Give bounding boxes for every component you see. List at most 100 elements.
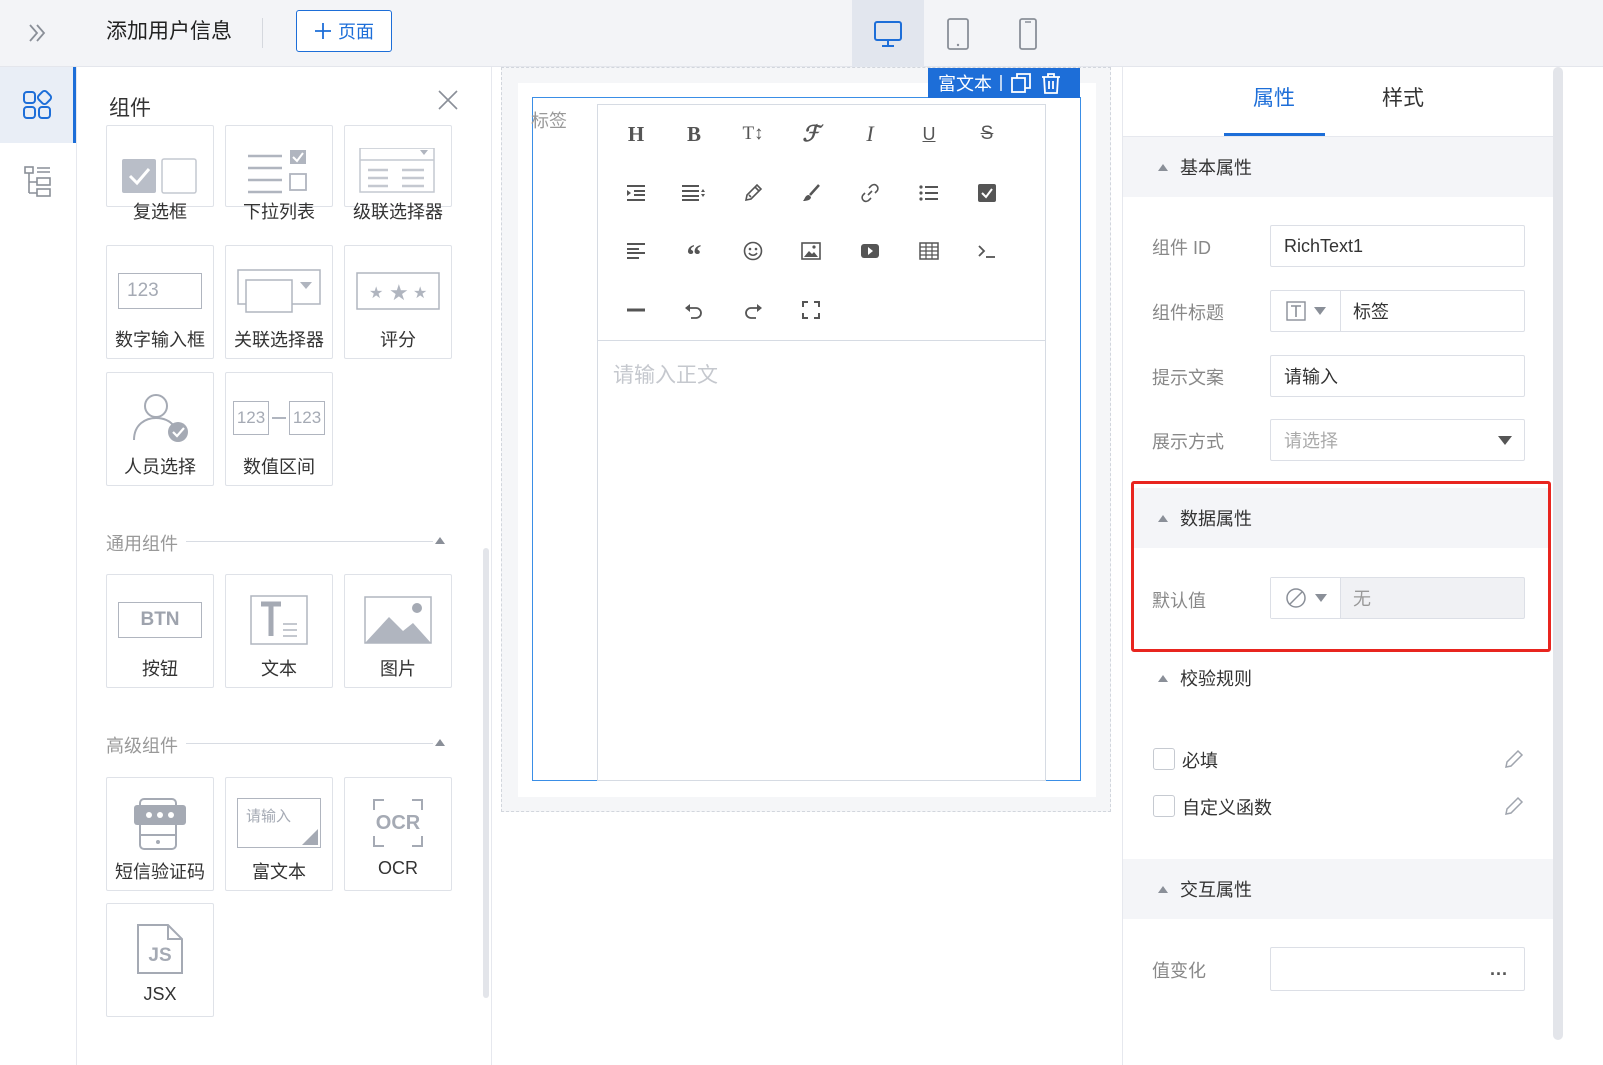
component-id-input[interactable]: RichText1	[1270, 225, 1525, 267]
component-id-label: 组件 ID	[1152, 238, 1212, 258]
component-tile-relation-select[interactable]: 关联选择器	[225, 245, 333, 359]
component-tile-rating[interactable]: ★ ★ ★ 评分	[344, 245, 452, 359]
custom-function-checkbox[interactable]	[1153, 795, 1175, 817]
section-basic-header[interactable]: 基本属性	[1123, 137, 1553, 197]
double-chevron-right-icon	[29, 24, 46, 42]
component-title-input[interactable]: 标签	[1341, 298, 1389, 324]
toolbar-line-height-button[interactable]	[674, 173, 714, 213]
common-section-toggle[interactable]	[433, 535, 447, 545]
toolbar-justify-button[interactable]	[616, 231, 656, 271]
toolbar-font-size-button[interactable]: T↕	[733, 114, 773, 154]
toolbar-strikethrough-button[interactable]: S	[967, 114, 1007, 154]
device-tablet-button[interactable]	[922, 0, 994, 67]
custom-function-label: 自定义函数	[1182, 798, 1272, 818]
rail-item-outline[interactable]	[0, 143, 76, 219]
component-tile-number-input[interactable]: 123 数字输入框	[106, 245, 214, 359]
tab-styles[interactable]: 样式	[1382, 82, 1424, 112]
toolbar-divider-button[interactable]	[616, 290, 656, 330]
expand-sidebar-button[interactable]	[20, 16, 54, 50]
toolbar-bold-button[interactable]: B	[674, 114, 714, 154]
component-tile-ocr[interactable]: OCR OCR	[344, 777, 452, 891]
toolbar-fullscreen-button[interactable]	[791, 290, 831, 330]
number-range-icon: 123 123	[226, 387, 332, 449]
toolbar-heading-button[interactable]: H	[616, 114, 656, 154]
tile-label: 关联选择器	[234, 330, 324, 350]
toolbar-back-color-button[interactable]	[791, 173, 831, 213]
advanced-section-line	[183, 743, 433, 744]
tab-properties[interactable]: 属性	[1253, 82, 1295, 112]
component-tag-label: 富文本	[938, 74, 992, 94]
component-tile-jsx[interactable]: JS JSX	[106, 903, 214, 1017]
text-icon	[226, 589, 332, 651]
copy-component-button[interactable]	[1010, 72, 1032, 94]
caret-up-icon	[1158, 886, 1168, 893]
edit-required-button[interactable]	[1503, 748, 1525, 770]
toolbar-todo-button[interactable]	[967, 173, 1007, 213]
editor-content[interactable]: 请输入正文	[613, 359, 718, 389]
indent-icon	[627, 185, 645, 201]
component-tag: 富文本	[928, 68, 1080, 98]
toolbar-image-button[interactable]	[791, 231, 831, 271]
toolbar-code-button[interactable]	[967, 231, 1007, 271]
properties-scrollbar[interactable]	[1553, 67, 1563, 1040]
component-tile-cascader[interactable]: 级联选择器	[344, 125, 452, 222]
editor-toolbar-separator	[597, 340, 1046, 341]
component-tile-rich-text[interactable]: 请输入 富文本	[225, 777, 333, 891]
toolbar-fore-color-button[interactable]	[733, 173, 773, 213]
tile-label: 复选框	[133, 202, 187, 222]
section-interaction-title: 交互属性	[1180, 880, 1252, 900]
display-mode-select[interactable]: 请选择	[1270, 419, 1525, 461]
device-desktop-button[interactable]	[852, 0, 924, 67]
toolbar-emoticon-button[interactable]	[733, 231, 773, 271]
component-tile-button[interactable]: BTN 按钮	[106, 574, 214, 688]
advanced-section-toggle[interactable]	[433, 737, 447, 747]
add-page-button[interactable]: 页面	[296, 10, 392, 52]
component-tile-dropdown[interactable]: 下拉列表	[225, 125, 333, 222]
toolbar-video-button[interactable]	[850, 231, 890, 271]
tile-label: 数值区间	[243, 457, 315, 477]
component-tile-text[interactable]: 文本	[225, 574, 333, 688]
component-tile-image[interactable]: 图片	[344, 574, 452, 688]
component-tile-sms-code[interactable]: 短信验证码	[106, 777, 214, 891]
toolbar-table-button[interactable]	[909, 231, 949, 271]
toolbar-redo-button[interactable]	[733, 290, 773, 330]
tag-divider	[1000, 75, 1002, 91]
toolbar-link-button[interactable]	[850, 173, 890, 213]
component-title-field: 标签	[1270, 290, 1525, 332]
hint-text-input[interactable]: 请输入	[1270, 355, 1525, 397]
toolbar-indent-button[interactable]	[616, 173, 656, 213]
section-interaction-header[interactable]: 交互属性	[1123, 859, 1553, 919]
toolbar-list-button[interactable]	[909, 173, 949, 213]
desktop-icon	[874, 20, 902, 47]
mobile-icon	[1019, 17, 1037, 50]
section-validation-header[interactable]: 校验规则	[1123, 648, 1553, 708]
pencil-icon	[1505, 749, 1524, 768]
delete-component-button[interactable]	[1040, 72, 1062, 94]
number-input-icon: 123	[107, 260, 213, 322]
panel-close-button[interactable]	[433, 85, 463, 115]
component-tile-user-select[interactable]: 人员选择	[106, 372, 214, 486]
copy-icon	[1011, 73, 1031, 93]
component-tile-number-range[interactable]: 123 123 数值区间	[225, 372, 333, 486]
panel-scrollbar[interactable]	[483, 548, 489, 998]
toolbar-italic-button[interactable]: I	[850, 114, 890, 154]
toolbar-undo-button[interactable]	[674, 290, 714, 330]
more-options-icon[interactable]: ...	[1490, 959, 1508, 980]
caret-down-icon	[1313, 307, 1326, 315]
tablet-icon	[947, 17, 969, 50]
toolbar-underline-button[interactable]: U	[909, 114, 949, 154]
edit-custom-function-button[interactable]	[1503, 795, 1525, 817]
component-tile-checkbox[interactable]: 复选框	[106, 125, 214, 222]
toolbar-font-family-button[interactable]: ℱ	[791, 114, 831, 154]
smiley-icon	[743, 241, 763, 261]
value-change-field[interactable]: ...	[1270, 947, 1525, 991]
required-checkbox[interactable]	[1153, 748, 1175, 770]
title-type-select[interactable]	[1271, 291, 1341, 331]
rail-item-components[interactable]	[0, 67, 76, 143]
toolbar-quote-button[interactable]: “	[674, 231, 714, 271]
link-icon	[861, 183, 879, 203]
dropdown-list-icon	[226, 142, 332, 204]
jsx-icon: JS	[107, 918, 213, 980]
tile-label: 图片	[380, 659, 416, 679]
device-mobile-button[interactable]	[992, 0, 1064, 67]
